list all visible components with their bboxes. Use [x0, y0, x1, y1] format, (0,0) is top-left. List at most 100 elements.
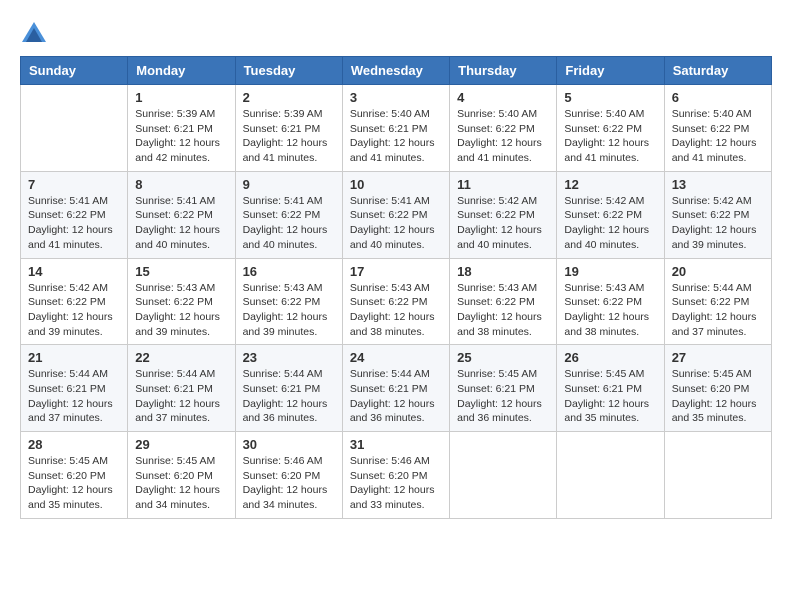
daylight-text: Daylight: 12 hours and 40 minutes. — [457, 223, 549, 252]
sunset-text: Sunset: 6:22 PM — [672, 208, 764, 223]
sunrise-text: Sunrise: 5:44 AM — [243, 367, 335, 382]
calendar-cell: 29 Sunrise: 5:45 AM Sunset: 6:20 PM Dayl… — [128, 432, 235, 519]
logo-icon — [20, 20, 48, 48]
column-header-saturday: Saturday — [664, 57, 771, 85]
calendar-cell — [664, 432, 771, 519]
sunset-text: Sunset: 6:22 PM — [350, 295, 442, 310]
sunrise-text: Sunrise: 5:42 AM — [457, 194, 549, 209]
sunset-text: Sunset: 6:20 PM — [350, 469, 442, 484]
logo — [20, 20, 52, 48]
calendar-cell: 31 Sunrise: 5:46 AM Sunset: 6:20 PM Dayl… — [342, 432, 449, 519]
daylight-text: Daylight: 12 hours and 40 minutes. — [243, 223, 335, 252]
calendar-cell: 17 Sunrise: 5:43 AM Sunset: 6:22 PM Dayl… — [342, 258, 449, 345]
calendar-cell — [450, 432, 557, 519]
sunrise-text: Sunrise: 5:45 AM — [564, 367, 656, 382]
sunset-text: Sunset: 6:22 PM — [457, 295, 549, 310]
sunset-text: Sunset: 6:21 PM — [135, 382, 227, 397]
sunrise-text: Sunrise: 5:44 AM — [672, 281, 764, 296]
daylight-text: Daylight: 12 hours and 37 minutes. — [672, 310, 764, 339]
sunrise-text: Sunrise: 5:41 AM — [28, 194, 120, 209]
daylight-text: Daylight: 12 hours and 33 minutes. — [350, 483, 442, 512]
sunset-text: Sunset: 6:21 PM — [457, 382, 549, 397]
column-header-tuesday: Tuesday — [235, 57, 342, 85]
day-number: 2 — [243, 90, 335, 105]
day-number: 13 — [672, 177, 764, 192]
sunrise-text: Sunrise: 5:42 AM — [564, 194, 656, 209]
sunset-text: Sunset: 6:22 PM — [457, 208, 549, 223]
sunrise-text: Sunrise: 5:39 AM — [135, 107, 227, 122]
calendar-cell: 15 Sunrise: 5:43 AM Sunset: 6:22 PM Dayl… — [128, 258, 235, 345]
day-number: 30 — [243, 437, 335, 452]
sunrise-text: Sunrise: 5:46 AM — [243, 454, 335, 469]
calendar-week-row: 28 Sunrise: 5:45 AM Sunset: 6:20 PM Dayl… — [21, 432, 772, 519]
sunset-text: Sunset: 6:20 PM — [28, 469, 120, 484]
calendar-cell: 13 Sunrise: 5:42 AM Sunset: 6:22 PM Dayl… — [664, 171, 771, 258]
day-number: 4 — [457, 90, 549, 105]
sunset-text: Sunset: 6:21 PM — [243, 122, 335, 137]
page-header — [20, 20, 772, 48]
sunset-text: Sunset: 6:21 PM — [135, 122, 227, 137]
sunrise-text: Sunrise: 5:41 AM — [350, 194, 442, 209]
sunset-text: Sunset: 6:21 PM — [350, 382, 442, 397]
day-number: 16 — [243, 264, 335, 279]
sunset-text: Sunset: 6:20 PM — [243, 469, 335, 484]
daylight-text: Daylight: 12 hours and 41 minutes. — [564, 136, 656, 165]
calendar-cell: 20 Sunrise: 5:44 AM Sunset: 6:22 PM Dayl… — [664, 258, 771, 345]
day-number: 7 — [28, 177, 120, 192]
daylight-text: Daylight: 12 hours and 35 minutes. — [28, 483, 120, 512]
sunset-text: Sunset: 6:20 PM — [672, 382, 764, 397]
calendar-table: SundayMondayTuesdayWednesdayThursdayFrid… — [20, 56, 772, 519]
sunset-text: Sunset: 6:22 PM — [457, 122, 549, 137]
sunrise-text: Sunrise: 5:42 AM — [28, 281, 120, 296]
day-number: 1 — [135, 90, 227, 105]
sunset-text: Sunset: 6:21 PM — [28, 382, 120, 397]
calendar-cell: 26 Sunrise: 5:45 AM Sunset: 6:21 PM Dayl… — [557, 345, 664, 432]
sunrise-text: Sunrise: 5:40 AM — [457, 107, 549, 122]
day-number: 24 — [350, 350, 442, 365]
sunrise-text: Sunrise: 5:46 AM — [350, 454, 442, 469]
sunrise-text: Sunrise: 5:41 AM — [135, 194, 227, 209]
day-number: 11 — [457, 177, 549, 192]
sunrise-text: Sunrise: 5:42 AM — [672, 194, 764, 209]
daylight-text: Daylight: 12 hours and 35 minutes. — [564, 397, 656, 426]
daylight-text: Daylight: 12 hours and 36 minutes. — [457, 397, 549, 426]
calendar-cell: 7 Sunrise: 5:41 AM Sunset: 6:22 PM Dayli… — [21, 171, 128, 258]
daylight-text: Daylight: 12 hours and 39 minutes. — [243, 310, 335, 339]
calendar-cell: 16 Sunrise: 5:43 AM Sunset: 6:22 PM Dayl… — [235, 258, 342, 345]
day-number: 23 — [243, 350, 335, 365]
calendar-week-row: 1 Sunrise: 5:39 AM Sunset: 6:21 PM Dayli… — [21, 85, 772, 172]
sunset-text: Sunset: 6:21 PM — [350, 122, 442, 137]
daylight-text: Daylight: 12 hours and 41 minutes. — [672, 136, 764, 165]
daylight-text: Daylight: 12 hours and 41 minutes. — [350, 136, 442, 165]
calendar-cell: 5 Sunrise: 5:40 AM Sunset: 6:22 PM Dayli… — [557, 85, 664, 172]
day-number: 31 — [350, 437, 442, 452]
calendar-cell: 28 Sunrise: 5:45 AM Sunset: 6:20 PM Dayl… — [21, 432, 128, 519]
day-number: 9 — [243, 177, 335, 192]
sunrise-text: Sunrise: 5:45 AM — [457, 367, 549, 382]
column-header-thursday: Thursday — [450, 57, 557, 85]
sunrise-text: Sunrise: 5:43 AM — [350, 281, 442, 296]
day-number: 29 — [135, 437, 227, 452]
day-number: 8 — [135, 177, 227, 192]
column-header-sunday: Sunday — [21, 57, 128, 85]
sunrise-text: Sunrise: 5:45 AM — [672, 367, 764, 382]
calendar-cell: 24 Sunrise: 5:44 AM Sunset: 6:21 PM Dayl… — [342, 345, 449, 432]
day-number: 18 — [457, 264, 549, 279]
daylight-text: Daylight: 12 hours and 37 minutes. — [135, 397, 227, 426]
day-number: 28 — [28, 437, 120, 452]
daylight-text: Daylight: 12 hours and 38 minutes. — [564, 310, 656, 339]
calendar-cell: 3 Sunrise: 5:40 AM Sunset: 6:21 PM Dayli… — [342, 85, 449, 172]
day-number: 5 — [564, 90, 656, 105]
day-number: 10 — [350, 177, 442, 192]
calendar-cell: 21 Sunrise: 5:44 AM Sunset: 6:21 PM Dayl… — [21, 345, 128, 432]
column-header-friday: Friday — [557, 57, 664, 85]
day-number: 27 — [672, 350, 764, 365]
daylight-text: Daylight: 12 hours and 34 minutes. — [243, 483, 335, 512]
sunset-text: Sunset: 6:21 PM — [564, 382, 656, 397]
sunset-text: Sunset: 6:22 PM — [564, 295, 656, 310]
calendar-cell: 19 Sunrise: 5:43 AM Sunset: 6:22 PM Dayl… — [557, 258, 664, 345]
daylight-text: Daylight: 12 hours and 39 minutes. — [135, 310, 227, 339]
sunrise-text: Sunrise: 5:43 AM — [564, 281, 656, 296]
sunrise-text: Sunrise: 5:44 AM — [135, 367, 227, 382]
daylight-text: Daylight: 12 hours and 41 minutes. — [243, 136, 335, 165]
